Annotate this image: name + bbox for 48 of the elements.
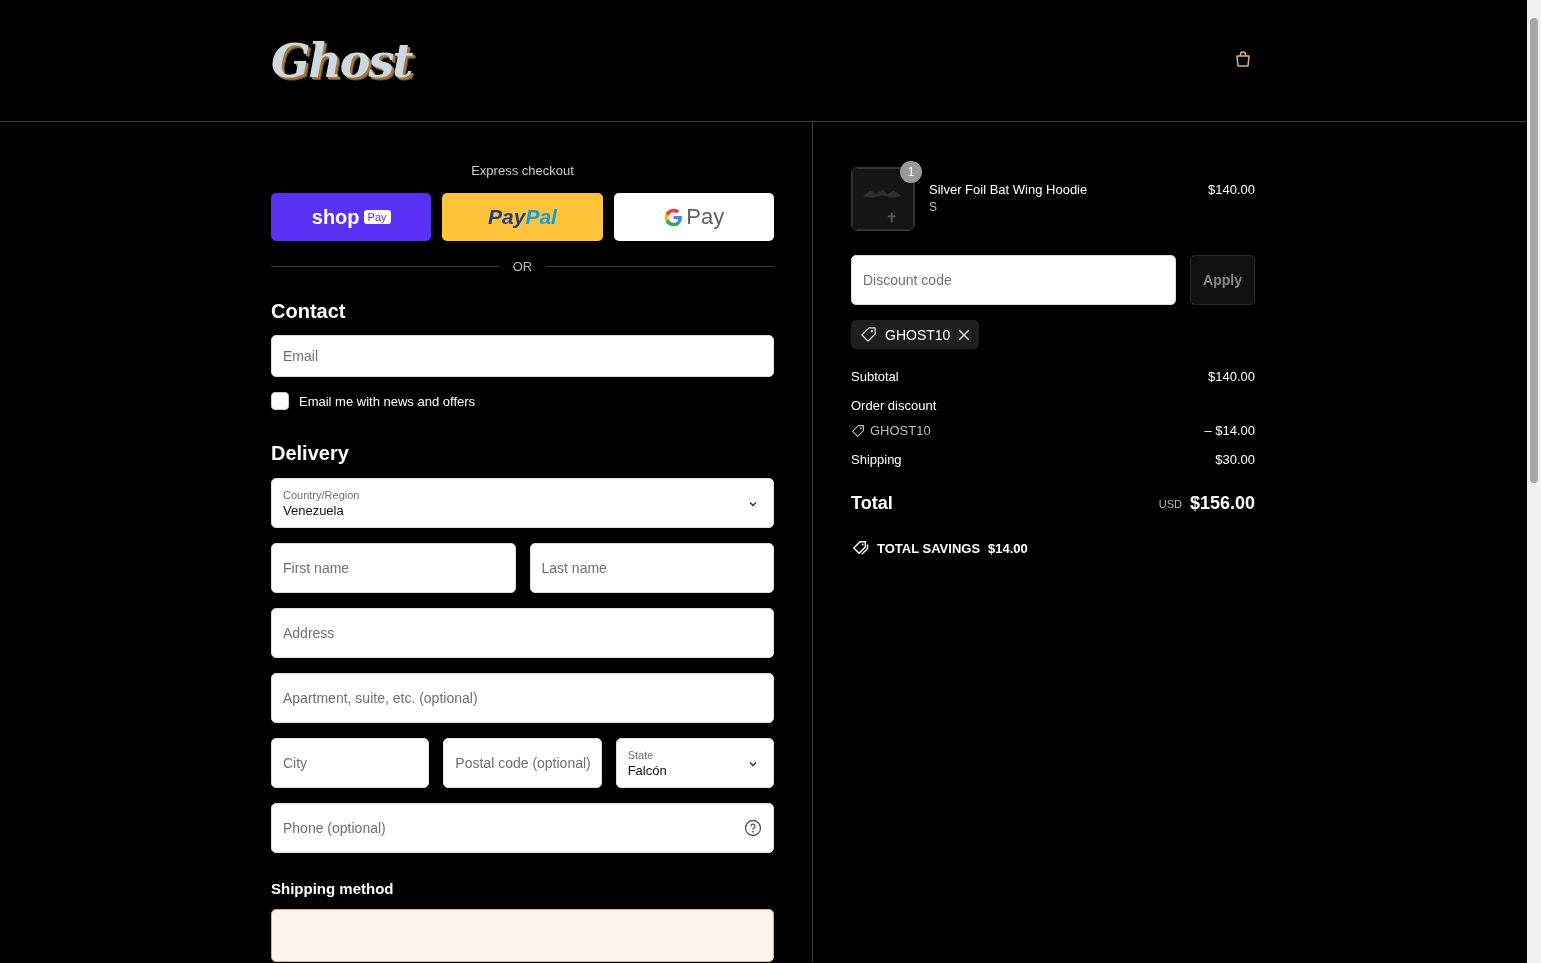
apartment-field[interactable]: Apartment, suite, etc. (optional): [271, 673, 774, 724]
express-checkout-title: Express checkout: [470, 163, 575, 178]
tag-icon: [851, 423, 865, 438]
logo[interactable]: Ghost: [271, 33, 412, 88]
delivery-heading: Delivery: [271, 442, 350, 466]
tags-icon: [851, 540, 869, 556]
postal-code-field[interactable]: Postal code (optional): [443, 738, 602, 789]
subtotal-value: $140.00: [1208, 369, 1255, 384]
product-price: $140.00: [1208, 181, 1255, 197]
paypal-button[interactable]: PayPal: [442, 193, 603, 241]
quantity-badge: 1: [900, 161, 922, 183]
email-field[interactable]: Email: [271, 335, 774, 378]
total-savings-value: $14.00: [988, 540, 1028, 556]
shop-pay-button[interactable]: shop Pay: [271, 193, 432, 241]
newsletter-label: Email me with news and offers: [299, 393, 476, 409]
phone-field[interactable]: Phone (optional): [271, 803, 774, 854]
product-variant: S: [929, 200, 938, 214]
total-value: $156.00: [1189, 493, 1255, 514]
shopping-bag-icon[interactable]: [1233, 48, 1253, 69]
currency-code: USD: [1158, 497, 1182, 510]
help-icon[interactable]: [744, 819, 762, 838]
address-field[interactable]: Address: [271, 608, 774, 659]
google-pay-button[interactable]: Pay: [613, 193, 774, 241]
order-discount-label: Order discount: [851, 398, 937, 413]
city-field[interactable]: City: [271, 738, 430, 789]
google-g-icon: [663, 206, 685, 228]
apply-button[interactable]: Apply: [1190, 255, 1255, 305]
close-icon[interactable]: [958, 328, 971, 341]
newsletter-checkbox[interactable]: [271, 392, 289, 411]
discount-code: GHOST10: [870, 423, 931, 438]
subtotal-label: Subtotal: [851, 369, 899, 384]
shipping-method-heading: Shipping method: [271, 880, 395, 898]
contact-heading: Contact: [271, 300, 347, 323]
tag-icon: [860, 326, 877, 343]
total-label: Total: [851, 493, 893, 514]
first-name-field[interactable]: First name: [271, 543, 516, 594]
discount-code-field[interactable]: Discount code: [851, 255, 1176, 305]
or-divider-label: OR: [512, 259, 533, 274]
total-savings-label: TOTAL SAVINGS: [877, 540, 981, 556]
state-select[interactable]: State Falcón: [615, 738, 774, 789]
discount-code-label: GHOST10: [885, 326, 951, 343]
country-select[interactable]: Country/Region Venezuela: [271, 478, 774, 529]
product-name: Silver Foil Bat Wing Hoodie: [929, 182, 1089, 197]
shipping-label: Shipping: [851, 452, 902, 467]
discount-value: – $14.00: [1204, 423, 1255, 438]
last-name-field[interactable]: Last name: [529, 543, 774, 594]
scrollbar[interactable]: [1527, 0, 1541, 963]
shipping-value: $30.00: [1215, 452, 1255, 467]
